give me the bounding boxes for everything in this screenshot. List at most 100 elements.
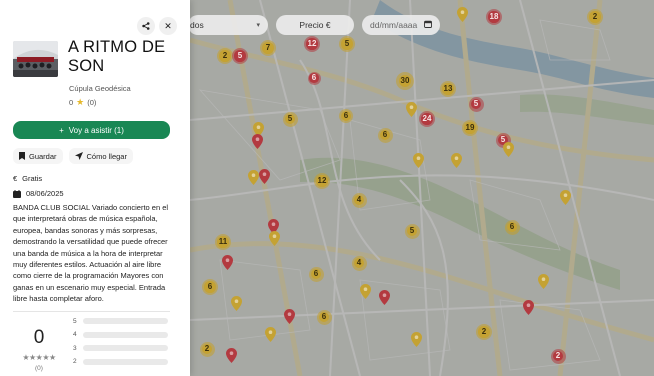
rating-breakdown-stars: 2 bbox=[73, 358, 77, 366]
map-pin-marker[interactable] bbox=[450, 153, 462, 168]
map-pin-icon bbox=[410, 332, 422, 347]
map-pin-marker[interactable] bbox=[268, 231, 280, 246]
event-date-value: 08/06/2025 bbox=[26, 189, 64, 198]
date-input-placeholder: dd/mm/aaaa bbox=[370, 20, 418, 30]
event-detail-panel: ✕ A RITMO DE SON Cúpula Geodésica 0 ★ (0… bbox=[0, 0, 190, 376]
map-pin-marker[interactable] bbox=[378, 290, 390, 305]
map-cluster-marker[interactable]: 6 bbox=[504, 219, 520, 235]
map-cluster-marker[interactable]: 6 bbox=[316, 309, 332, 325]
map-pin-marker[interactable] bbox=[412, 153, 424, 168]
map-pin-icon bbox=[378, 290, 390, 305]
rating-breakdown-bar bbox=[82, 331, 168, 338]
map-cluster-count: 6 bbox=[318, 311, 330, 323]
map-cluster-count: 6 bbox=[506, 221, 518, 233]
map-cluster-marker[interactable]: 30 bbox=[396, 72, 414, 90]
map-cluster-count: 5 bbox=[341, 38, 353, 50]
map-pin-marker[interactable] bbox=[410, 332, 422, 347]
map-cluster-count: 5 bbox=[470, 98, 482, 110]
map-cluster-count: 11 bbox=[217, 236, 229, 248]
map-cluster-marker[interactable]: 24 bbox=[419, 111, 435, 127]
rating-breakdown-stars: 3 bbox=[73, 344, 77, 352]
map-cluster-marker[interactable]: 2 bbox=[550, 348, 566, 364]
map-pin-marker[interactable] bbox=[247, 170, 259, 185]
map-cluster-marker[interactable]: 4 bbox=[351, 192, 367, 208]
map-cluster-marker[interactable]: 6 bbox=[308, 266, 324, 282]
map-cluster-marker[interactable]: 5 bbox=[468, 96, 484, 112]
rating-breakdown-bar bbox=[82, 345, 168, 352]
rating-breakdown-stars: 4 bbox=[73, 331, 77, 339]
map-pin-icon bbox=[405, 102, 417, 117]
save-button[interactable]: Guardar bbox=[13, 148, 63, 164]
map-pin-icon bbox=[359, 284, 371, 299]
map-pin-marker[interactable] bbox=[258, 169, 270, 184]
map-cluster-count: 19 bbox=[464, 122, 476, 134]
map-pin-marker[interactable] bbox=[225, 348, 237, 363]
map-pin-marker[interactable] bbox=[359, 284, 371, 299]
event-thumbnail bbox=[13, 41, 58, 77]
close-button[interactable]: ✕ bbox=[159, 17, 177, 35]
map-cluster-marker[interactable]: 4 bbox=[351, 255, 367, 271]
map-cluster-marker[interactable]: 2 bbox=[476, 324, 492, 340]
map-pin-marker[interactable] bbox=[522, 300, 534, 315]
share-button[interactable] bbox=[137, 17, 155, 35]
category-select[interactable]: dos ▾ bbox=[188, 15, 268, 35]
map-cluster-marker[interactable]: 7 bbox=[260, 40, 276, 56]
map-cluster-marker[interactable]: 2 bbox=[217, 48, 233, 64]
event-rating-summary: 0 ★ (0) bbox=[69, 97, 177, 108]
map-cluster-marker[interactable]: 6 bbox=[202, 279, 218, 295]
date-input[interactable]: dd/mm/aaaa bbox=[362, 15, 440, 35]
map-cluster-count: 30 bbox=[398, 74, 412, 88]
map-cluster-count: 24 bbox=[421, 113, 433, 125]
map-pin-icon bbox=[221, 255, 233, 270]
map-cluster-count: 2 bbox=[201, 343, 213, 355]
map-cluster-marker[interactable]: 6 bbox=[307, 71, 321, 85]
category-select-value: dos bbox=[190, 20, 204, 30]
price-filter-button[interactable]: Precio € bbox=[276, 15, 354, 35]
map-pin-icon bbox=[230, 296, 242, 311]
map-cluster-count: 6 bbox=[310, 268, 322, 280]
map-cluster-marker[interactable]: 18 bbox=[486, 9, 502, 25]
attend-button[interactable]: + Voy a asistir (1) bbox=[13, 121, 170, 139]
divider bbox=[13, 310, 170, 312]
map-cluster-marker[interactable]: 2 bbox=[199, 341, 215, 357]
map-cluster-marker[interactable]: 5 bbox=[282, 111, 298, 127]
map-cluster-count: 5 bbox=[234, 50, 246, 62]
map-pin-marker[interactable] bbox=[502, 142, 514, 157]
map-cluster-marker[interactable]: 19 bbox=[462, 120, 478, 136]
map-pin-marker[interactable] bbox=[559, 190, 571, 205]
event-date: 08/06/2025 bbox=[13, 189, 177, 198]
map-cluster-marker[interactable]: 5 bbox=[232, 48, 248, 64]
map-cluster-marker[interactable]: 2 bbox=[587, 9, 603, 25]
directions-button[interactable]: Cómo llegar bbox=[68, 148, 133, 164]
map-cluster-marker[interactable]: 5 bbox=[339, 36, 355, 52]
map-pin-marker[interactable] bbox=[283, 309, 295, 324]
event-price: € Gratis bbox=[13, 174, 177, 183]
map-cluster-marker[interactable]: 13 bbox=[440, 81, 456, 97]
map-cluster-marker[interactable]: 6 bbox=[377, 127, 393, 143]
map-cluster-marker[interactable]: 6 bbox=[339, 109, 353, 123]
map-pin-marker[interactable] bbox=[264, 327, 276, 342]
map-cluster-count: 7 bbox=[262, 42, 274, 54]
average-rating: 0 bbox=[33, 326, 45, 348]
rating-breakdown-row: 3 bbox=[73, 345, 168, 352]
calendar-icon bbox=[424, 20, 432, 30]
rating-breakdown-row: 2 bbox=[73, 358, 168, 365]
map-cluster-marker[interactable]: 5 bbox=[404, 223, 420, 239]
map-cluster-marker[interactable]: 12 bbox=[304, 36, 320, 52]
map-pin-marker[interactable] bbox=[537, 274, 549, 289]
close-icon: ✕ bbox=[164, 20, 172, 31]
event-description: BANDA CLUB SOCIAL Variado concierto en e… bbox=[13, 203, 169, 304]
map-cluster-marker[interactable]: 12 bbox=[314, 173, 330, 189]
map-pin-icon bbox=[225, 348, 237, 363]
map-pin-marker[interactable] bbox=[221, 255, 233, 270]
euro-icon: € bbox=[13, 174, 18, 183]
map-pin-marker[interactable] bbox=[230, 296, 242, 311]
map-pin-marker[interactable] bbox=[456, 7, 468, 22]
map-cluster-marker[interactable]: 11 bbox=[215, 234, 231, 250]
map-cluster-count: 2 bbox=[219, 50, 231, 62]
reviews-count: (0) bbox=[87, 98, 97, 107]
map-cluster-count: 12 bbox=[316, 175, 328, 187]
map-pin-marker[interactable] bbox=[405, 102, 417, 117]
map-pin-icon bbox=[264, 327, 276, 342]
map-pin-marker[interactable] bbox=[251, 134, 263, 149]
